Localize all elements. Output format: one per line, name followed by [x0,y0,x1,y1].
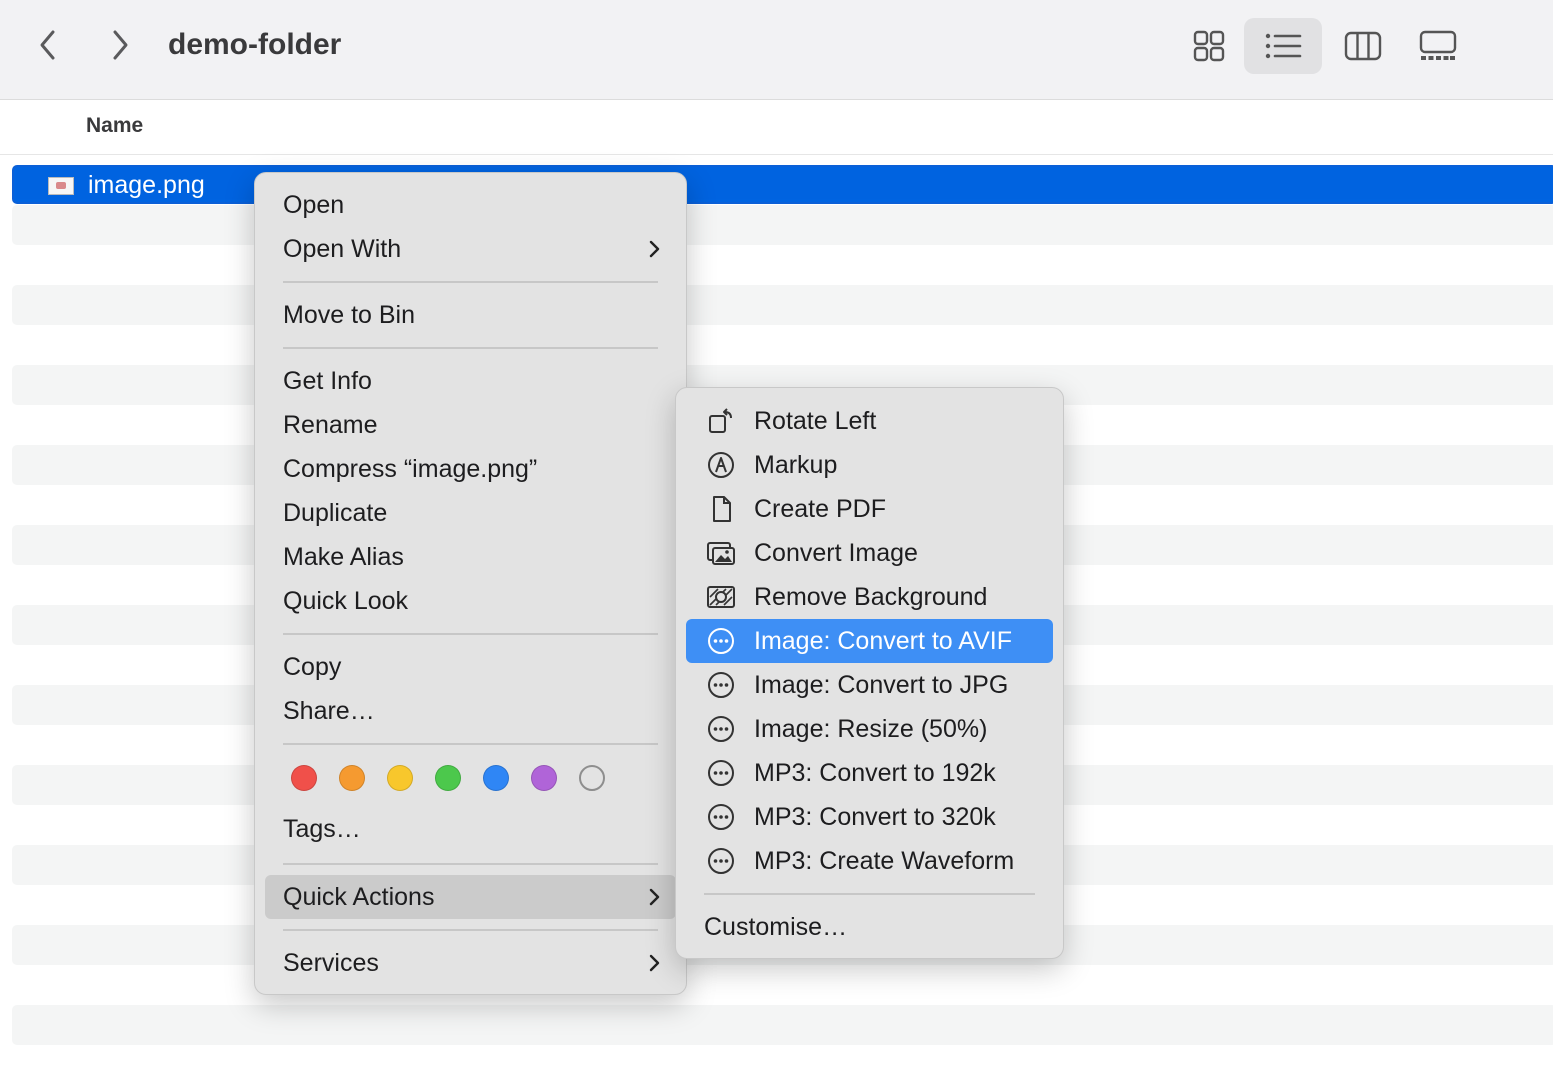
selection-highlight [16,170,1553,199]
grid-icon [1193,30,1225,62]
ellipsis-circle-icon [706,671,736,699]
list-view-button[interactable] [1244,18,1322,74]
tag-color-dot[interactable] [435,765,461,791]
empty-row [12,285,1553,325]
menu-separator [283,281,658,283]
empty-row [12,205,1553,245]
tag-color-dot[interactable] [483,765,509,791]
chevron-right-icon [649,954,660,972]
quick-action-convert-avif[interactable]: Image: Convert to AVIF [686,619,1053,663]
menu-separator [283,863,658,865]
menu-item-open-with[interactable]: Open With [265,227,676,271]
ellipsis-circle-icon [706,803,736,831]
tag-color-none[interactable] [579,765,605,791]
menu-item-compress[interactable]: Compress “image.png” [265,447,676,491]
menu-item-rename[interactable]: Rename [265,403,676,447]
quick-action-rotate-left[interactable]: Rotate Left [686,399,1053,443]
remove-background-icon [706,583,736,611]
gallery-icon [1419,30,1457,60]
list-icon [1265,33,1302,59]
quick-action-remove-background[interactable]: Remove Background [686,575,1053,619]
folder-title: demo-folder [168,28,342,61]
quick-actions-customise[interactable]: Customise… [686,905,1053,949]
menu-item-duplicate[interactable]: Duplicate [265,491,676,535]
menu-item-share[interactable]: Share… [265,689,676,733]
quick-action-resize[interactable]: Image: Resize (50%) [686,707,1053,751]
ellipsis-circle-icon [706,759,736,787]
quick-action-mp3-320k[interactable]: MP3: Convert to 320k [686,795,1053,839]
back-button[interactable] [28,25,68,65]
markup-icon [706,451,736,479]
menu-item-open[interactable]: Open [265,183,676,227]
empty-row [12,1005,1553,1045]
menu-separator [283,743,658,745]
image-file-icon [48,177,74,195]
menu-item-quick-look[interactable]: Quick Look [265,579,676,623]
context-menu: Open Open With Move to Bin Get Info Rena… [254,172,687,995]
name-column-header[interactable]: Name [86,114,143,138]
quick-action-mp3-waveform[interactable]: MP3: Create Waveform [686,839,1053,883]
icon-view-button[interactable] [1170,18,1248,74]
tag-color-dot[interactable] [387,765,413,791]
ellipsis-circle-icon [706,847,736,875]
columns-icon [1344,31,1382,61]
quick-action-convert-jpg[interactable]: Image: Convert to JPG [686,663,1053,707]
chevron-right-icon [649,888,660,906]
ellipsis-circle-icon [706,627,736,655]
quick-action-markup[interactable]: Markup [686,443,1053,487]
quick-action-create-pdf[interactable]: Create PDF [686,487,1053,531]
column-header: Name [0,100,1553,155]
tag-color-dot[interactable] [531,765,557,791]
menu-separator [283,929,658,931]
file-row-selected[interactable]: image.png [12,165,1553,204]
quick-actions-submenu: Rotate Left Markup Create PDF Convert Im… [675,387,1064,959]
menu-item-move-to-bin[interactable]: Move to Bin [265,293,676,337]
document-icon [706,495,736,523]
toolbar: demo-folder [0,0,1553,100]
gallery-view-button[interactable] [1399,18,1477,74]
menu-item-get-info[interactable]: Get Info [265,359,676,403]
chevron-left-icon [40,30,55,60]
rotate-left-icon [706,407,736,435]
menu-separator [704,893,1035,895]
menu-separator [283,347,658,349]
menu-item-make-alias[interactable]: Make Alias [265,535,676,579]
menu-separator [283,633,658,635]
photo-stack-icon [706,539,736,567]
ellipsis-circle-icon [706,715,736,743]
file-name: image.png [88,171,205,199]
menu-item-quick-actions[interactable]: Quick Actions [265,875,676,919]
quick-action-convert-image[interactable]: Convert Image [686,531,1053,575]
menu-item-copy[interactable]: Copy [265,645,676,689]
column-view-button[interactable] [1324,18,1402,74]
menu-item-tags[interactable]: Tags… [265,807,676,851]
menu-item-services[interactable]: Services [265,941,676,985]
forward-button[interactable] [100,25,140,65]
tag-color-dot[interactable] [339,765,365,791]
chevron-right-icon [113,30,128,60]
chevron-right-icon [649,240,660,258]
tag-color-dot[interactable] [291,765,317,791]
quick-action-mp3-192k[interactable]: MP3: Convert to 192k [686,751,1053,795]
